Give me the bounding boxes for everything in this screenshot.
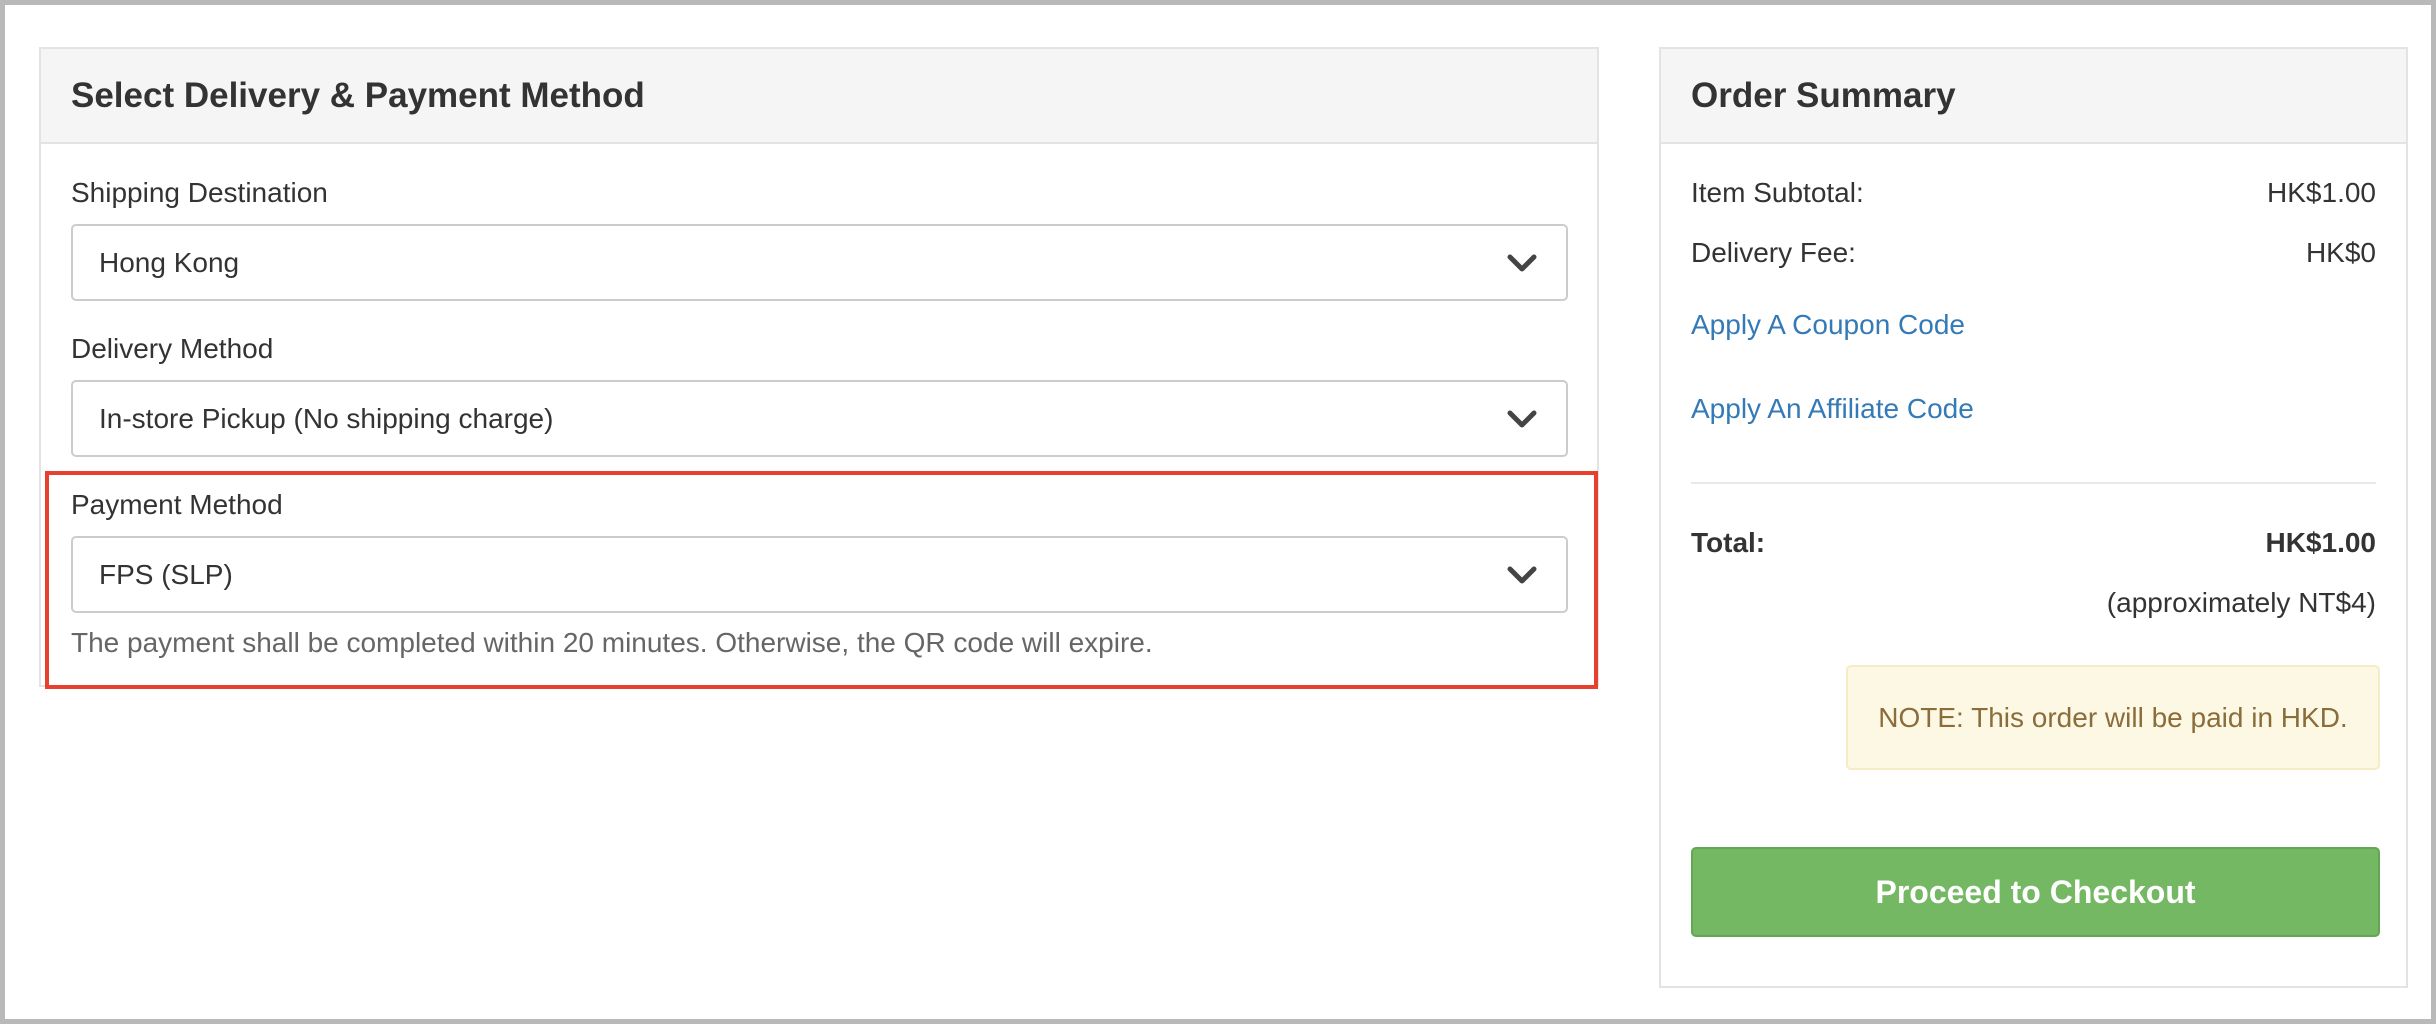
hkd-note-text: NOTE: This order will be paid in HKD. — [1878, 701, 2348, 733]
subtotal-row: Item Subtotal: HK$1.00 — [1691, 177, 2376, 209]
order-summary-heading: Order Summary — [1661, 49, 2406, 144]
order-summary-panel: Order Summary Item Subtotal: HK$1.00 Del… — [1659, 47, 2408, 988]
delivery-method-select[interactable]: In-store Pickup (No shipping charge) — [71, 380, 1568, 457]
delivery-method-label: Delivery Method — [71, 333, 274, 364]
subtotal-value: HK$1.00 — [2267, 177, 2376, 208]
shipping-destination-label: Shipping Destination — [71, 177, 328, 208]
total-row: Total: HK$1.00 — [1691, 527, 2376, 559]
chevron-down-icon — [1507, 410, 1537, 427]
subtotal-label: Item Subtotal: — [1691, 177, 1864, 208]
delivery-method-value: In-store Pickup (No shipping charge) — [99, 402, 554, 434]
apply-affiliate-link[interactable]: Apply An Affiliate Code — [1691, 393, 1974, 425]
shipping-destination-select[interactable]: Hong Kong — [71, 224, 1568, 301]
proceed-to-checkout-button[interactable]: Proceed to Checkout — [1691, 847, 2380, 937]
delivery-fee-value: HK$0 — [2305, 237, 2376, 268]
delivery-fee-label: Delivery Fee: — [1691, 237, 1856, 268]
shipping-destination-value: Hong Kong — [99, 246, 240, 278]
summary-divider — [1691, 482, 2376, 484]
chevron-down-icon — [1507, 254, 1537, 271]
apply-coupon-link[interactable]: Apply A Coupon Code — [1691, 309, 1965, 341]
page-frame: Select Delivery & Payment Method Shippin… — [0, 0, 2436, 1024]
delivery-payment-heading: Select Delivery & Payment Method — [41, 49, 1597, 144]
payment-method-highlight — [45, 471, 1598, 689]
total-label: Total: — [1691, 527, 1766, 558]
delivery-fee-row: Delivery Fee: HK$0 — [1691, 237, 2376, 269]
hkd-note: NOTE: This order will be paid in HKD. — [1846, 665, 2380, 770]
approximate-total: (approximately NT$4) — [2106, 587, 2376, 618]
total-value: HK$1.00 — [2265, 527, 2376, 558]
